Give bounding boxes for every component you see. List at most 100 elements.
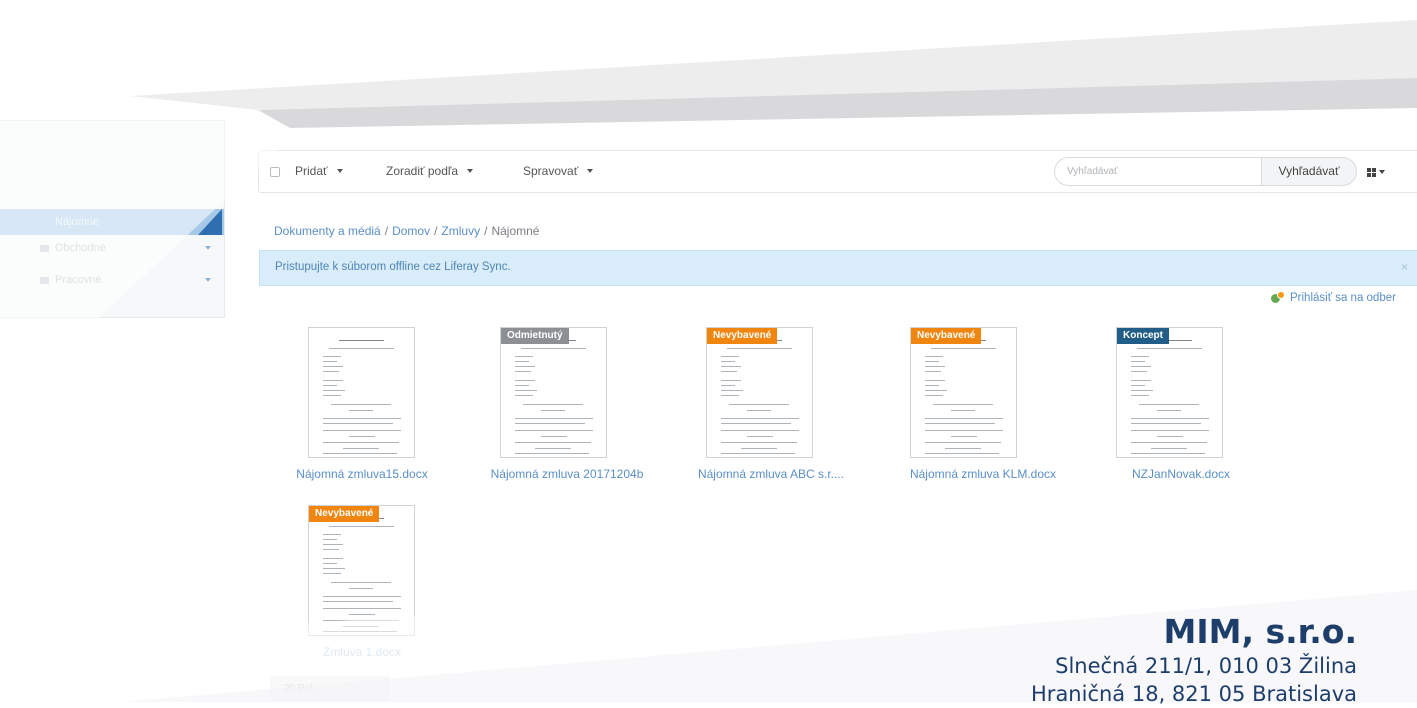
page-text-line bbox=[323, 534, 341, 535]
page-text-line bbox=[727, 348, 792, 349]
page-text-line bbox=[741, 448, 777, 449]
page-text-line bbox=[323, 601, 393, 602]
company-name: MIM, s.r.o. bbox=[1163, 612, 1357, 651]
subscribe-icon bbox=[1271, 291, 1285, 305]
sidebar-item-obchodne[interactable]: Obchodné bbox=[0, 235, 224, 261]
page-text-line bbox=[515, 395, 533, 396]
page-text-line bbox=[925, 361, 939, 362]
status-badge: Koncept bbox=[1117, 328, 1169, 344]
page-text-line bbox=[515, 356, 533, 357]
page-text-line bbox=[323, 558, 343, 559]
sidebar: Nájomné Obchodné Pracovné bbox=[0, 120, 225, 318]
page-text-line bbox=[925, 430, 1003, 431]
page-text-line bbox=[925, 366, 945, 367]
sidebar-item-label: Obchodné bbox=[55, 242, 106, 254]
page-text-line bbox=[515, 430, 593, 431]
document-title[interactable]: Nájomná zmluva15.docx bbox=[277, 467, 447, 481]
active-indicator bbox=[198, 209, 222, 235]
page-text-line bbox=[925, 442, 1001, 443]
manage-menu[interactable]: Spravovať bbox=[523, 164, 594, 178]
page-text-line bbox=[323, 608, 401, 609]
page-text-line bbox=[1131, 356, 1149, 357]
breadcrumb: Dokumenty a médiá / Domov / Zmluvy / Náj… bbox=[274, 224, 539, 238]
page-text-line bbox=[1131, 385, 1145, 386]
page-text-line bbox=[721, 453, 795, 454]
page-text-line bbox=[951, 436, 977, 437]
chevron-down-icon bbox=[587, 169, 594, 173]
document-title[interactable]: Nájomná zmluva 20171204b bbox=[482, 467, 652, 481]
document-card[interactable]: Nevybavené Nájomná zmluva ABC s.r.... bbox=[686, 327, 856, 497]
sort-menu-label: Zoradiť podľa bbox=[386, 164, 459, 178]
page-text-line bbox=[951, 410, 975, 411]
page-text-line bbox=[323, 430, 401, 431]
document-thumbnail[interactable] bbox=[308, 327, 415, 458]
page-text-line bbox=[323, 544, 343, 545]
document-thumbnail[interactable]: Odmietnutý bbox=[500, 327, 607, 458]
page-text-line bbox=[343, 626, 379, 627]
company-info: MIM, s.r.o. Slnečná 211/1, 010 03 Žilina… bbox=[1031, 612, 1357, 708]
page-text-line bbox=[323, 453, 397, 454]
document-title[interactable]: Nájomná zmluva KLM.docx bbox=[898, 467, 1068, 481]
document-card[interactable]: Nájomná zmluva15.docx bbox=[277, 327, 447, 497]
page-text-line bbox=[1131, 371, 1147, 372]
sort-menu[interactable]: Zoradiť podľa bbox=[386, 164, 474, 178]
document-title[interactable]: Zmluva 1.docx bbox=[277, 645, 447, 659]
chevron-down-icon bbox=[336, 169, 343, 173]
document-title[interactable]: Nájomná zmluva ABC s.r.... bbox=[686, 467, 856, 481]
page-text-line bbox=[721, 430, 799, 431]
grid-icon bbox=[1367, 167, 1376, 177]
page-text-line bbox=[721, 442, 797, 443]
page-text-line bbox=[1157, 436, 1183, 437]
breadcrumb-item[interactable]: Domov bbox=[392, 224, 430, 238]
document-thumbnail[interactable]: Koncept bbox=[1116, 327, 1223, 458]
page-text-line bbox=[323, 539, 337, 540]
page-text-line bbox=[323, 390, 345, 391]
document-thumbnail[interactable]: Nevybavené bbox=[706, 327, 813, 458]
alert-text: Pristupujte k súborom offline cez Lifera… bbox=[275, 261, 511, 273]
page-text-line bbox=[1131, 390, 1153, 391]
pagination-items-per-page[interactable]: 20 Pol... bbox=[270, 676, 390, 702]
page-text-line bbox=[933, 404, 993, 405]
document-title[interactable]: NZJanNovak.docx bbox=[1096, 467, 1266, 481]
page-text-line bbox=[925, 385, 939, 386]
page-text-line bbox=[925, 395, 943, 396]
page-text-line bbox=[925, 418, 1003, 419]
page-text-line bbox=[521, 348, 586, 349]
page-text-line bbox=[721, 371, 737, 372]
status-badge: Nevybavené bbox=[911, 328, 982, 344]
document-thumbnail[interactable]: Nevybavené bbox=[910, 327, 1017, 458]
page-text-line bbox=[945, 448, 981, 449]
document-thumbnail[interactable]: Nevybavené bbox=[308, 505, 415, 636]
page-text-line bbox=[331, 404, 391, 405]
page-text-line bbox=[323, 418, 401, 419]
management-toolbar: Pridať Zoradiť podľa Spravovať Vyhľadáva… bbox=[258, 150, 1417, 193]
chevron-down-icon[interactable] bbox=[205, 246, 211, 250]
chevron-down-icon[interactable] bbox=[205, 278, 211, 282]
breadcrumb-separator: / bbox=[434, 224, 438, 238]
sidebar-item-pracovne[interactable]: Pracovné bbox=[0, 267, 224, 293]
breadcrumb-item[interactable]: Dokumenty a médiá bbox=[274, 224, 381, 238]
pagination-label: 20 Pol... bbox=[284, 683, 321, 694]
page-text-line bbox=[323, 423, 393, 424]
close-icon[interactable]: × bbox=[1401, 260, 1408, 274]
breadcrumb-item[interactable]: Zmluvy bbox=[441, 224, 480, 238]
page-text-line bbox=[515, 366, 535, 367]
document-card[interactable]: Nevybavené Nájomná zmluva KLM.docx bbox=[898, 327, 1068, 497]
document-card[interactable]: Nevybavené Zmluva 1.docx bbox=[277, 505, 447, 675]
subscribe-label: Prihlásiť sa na odber bbox=[1290, 292, 1396, 304]
folder-icon bbox=[40, 244, 49, 252]
sidebar-item-najomne[interactable]: Nájomné bbox=[0, 209, 224, 235]
company-address-bratislava: Hraničná 18, 821 05 Bratislava bbox=[1031, 682, 1357, 706]
search-input[interactable] bbox=[1054, 157, 1262, 186]
search-button[interactable]: Vyhľadávať bbox=[1262, 157, 1357, 186]
subscribe-link[interactable]: Prihlásiť sa na odber bbox=[1271, 291, 1396, 305]
document-card[interactable]: Odmietnutý Nájomná zmluva 20171204b bbox=[482, 327, 652, 497]
document-card[interactable]: Koncept NZJanNovak.docx bbox=[1096, 327, 1266, 497]
page-text-line bbox=[323, 380, 343, 381]
display-style-toggle[interactable] bbox=[1367, 165, 1385, 179]
sidebar-item-label: Nájomné bbox=[55, 216, 100, 228]
page-text-line bbox=[323, 563, 337, 564]
add-menu[interactable]: Pridať bbox=[295, 164, 343, 178]
page-text-line bbox=[721, 361, 735, 362]
select-all-checkbox[interactable] bbox=[270, 167, 280, 177]
